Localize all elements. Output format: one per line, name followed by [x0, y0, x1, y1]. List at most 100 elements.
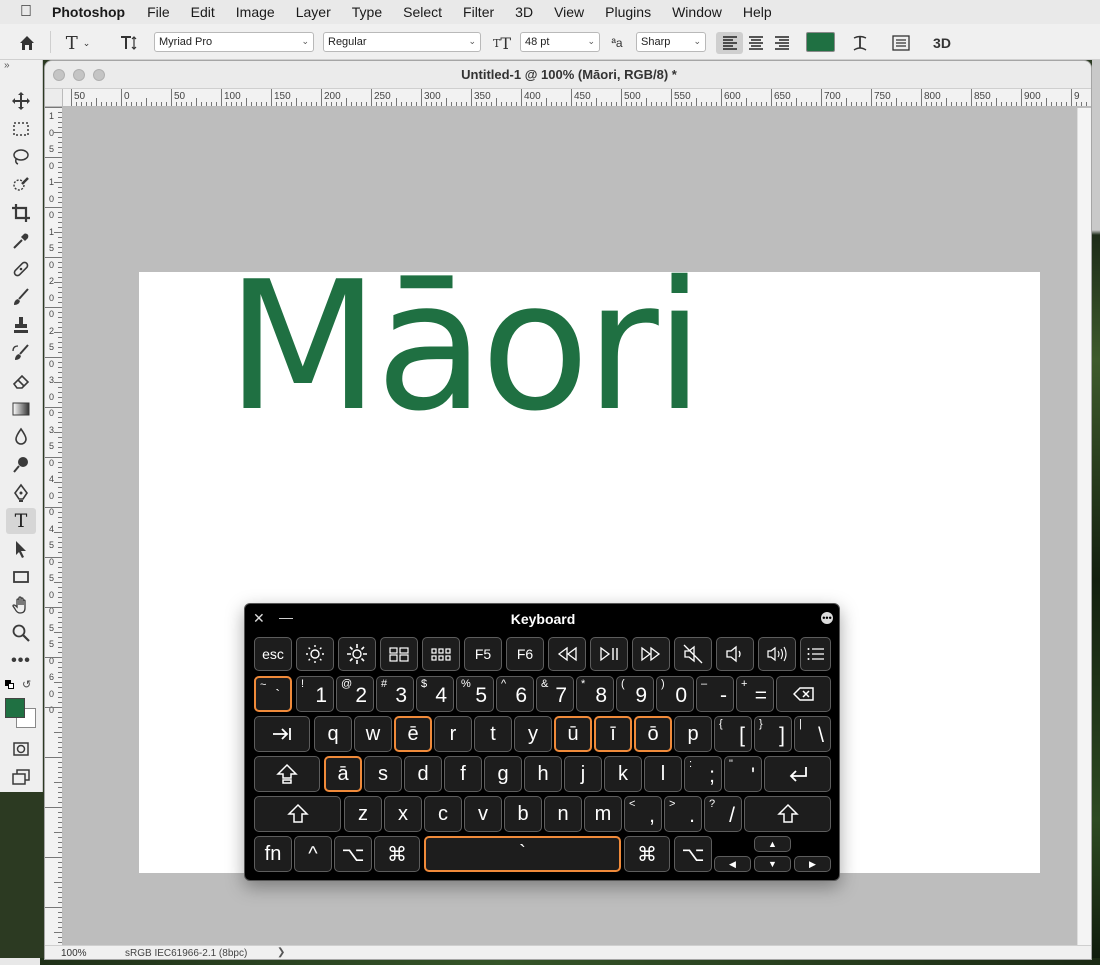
key-control[interactable]: ^ — [294, 836, 332, 872]
quick-select-tool[interactable] — [6, 172, 36, 198]
key-f[interactable]: f — [444, 756, 482, 792]
horizontal-ruler[interactable]: 50 0 50 100 150 200 250 300 350 400 450 500 550 600 65… — [63, 89, 1091, 107]
key-mission-control[interactable] — [380, 637, 418, 671]
key-fast-forward[interactable] — [632, 637, 670, 671]
key-arrow-up[interactable]: ▲ — [754, 836, 791, 852]
vertical-scrollbar[interactable] — [1077, 108, 1091, 945]
key-1[interactable]: ! 1 — [296, 676, 334, 712]
key-right-option[interactable]: ⌥ — [674, 836, 712, 872]
key-mute[interactable] — [674, 637, 712, 671]
key-right-shift[interactable] — [744, 796, 831, 832]
key-6[interactable]: ^ 6 — [496, 676, 534, 712]
font-style-select[interactable]: Regular ⌄ — [323, 32, 481, 52]
key-o-macron[interactable]: ō — [634, 716, 672, 752]
key-minus[interactable]: – - — [696, 676, 734, 712]
align-left-button[interactable] — [716, 32, 743, 54]
key-left-shift[interactable] — [254, 796, 341, 832]
menu-layer[interactable]: Layer — [296, 4, 331, 20]
dodge-tool[interactable] — [6, 452, 36, 478]
key-arrow-down[interactable]: ▼ — [754, 856, 791, 872]
key-right-bracket[interactable]: }] — [754, 716, 792, 752]
key-y[interactable]: y — [514, 716, 552, 752]
key-7[interactable]: & 7 — [536, 676, 574, 712]
options-icon[interactable]: ••• — [821, 612, 833, 624]
zoom-level[interactable]: 100% — [61, 948, 87, 959]
key-j[interactable]: j — [564, 756, 602, 792]
key-v[interactable]: v — [464, 796, 502, 832]
brush-tool[interactable] — [6, 284, 36, 310]
key-list[interactable] — [800, 637, 831, 671]
key-4[interactable]: $4 — [416, 676, 454, 712]
menu-view[interactable]: View — [554, 4, 584, 20]
key-z[interactable]: z — [344, 796, 382, 832]
eraser-tool[interactable] — [6, 368, 36, 394]
eyedropper-tool[interactable] — [6, 228, 36, 254]
key-2[interactable]: @2 — [336, 676, 374, 712]
marquee-tool[interactable] — [6, 116, 36, 142]
key-8[interactable]: * 8 — [576, 676, 614, 712]
move-tool[interactable] — [6, 88, 36, 114]
menu-window[interactable]: Window — [672, 4, 722, 20]
menu-select[interactable]: Select — [403, 4, 442, 20]
status-menu-arrow-icon[interactable]: ❯ — [277, 947, 285, 958]
key-delete[interactable] — [776, 676, 831, 712]
swap-colors-icon[interactable]: ↺ — [22, 678, 31, 691]
key-brightness-up[interactable] — [338, 637, 376, 671]
gradient-tool[interactable] — [6, 396, 36, 422]
quick-mask-button[interactable] — [6, 736, 36, 762]
menu-plugins[interactable]: Plugins — [605, 4, 651, 20]
key-volume-down[interactable] — [716, 637, 754, 671]
app-menu[interactable]: Photoshop — [52, 4, 125, 20]
key-semicolon[interactable]: :; — [684, 756, 722, 792]
vertical-ruler[interactable]: 1050100150200250300350400450500550600 — [45, 107, 63, 945]
key-r[interactable]: r — [434, 716, 472, 752]
key-u-macron[interactable]: ū — [554, 716, 592, 752]
text-orientation-toggle[interactable] — [114, 32, 140, 54]
key-g[interactable]: g — [484, 756, 522, 792]
key-s[interactable]: s — [364, 756, 402, 792]
menu-image[interactable]: Image — [236, 4, 275, 20]
key-command[interactable]: ⌘ — [374, 836, 420, 872]
key-return[interactable] — [764, 756, 831, 792]
menu-type[interactable]: Type — [352, 4, 382, 20]
lasso-tool[interactable] — [6, 144, 36, 170]
key-q[interactable]: q — [314, 716, 352, 752]
path-selection-tool[interactable] — [6, 536, 36, 562]
key-launchpad[interactable] — [422, 637, 460, 671]
key-left-bracket[interactable]: {[ — [714, 716, 752, 752]
antialias-select[interactable]: Sharp ⌄ — [636, 32, 706, 52]
default-colors-icon[interactable] — [5, 680, 15, 690]
character-panel-button[interactable] — [889, 32, 913, 54]
rectangle-tool[interactable] — [6, 564, 36, 590]
key-w[interactable]: w — [354, 716, 392, 752]
key-p[interactable]: p — [674, 716, 712, 752]
key-arrow-left[interactable]: ◀ — [714, 856, 751, 872]
key-f5[interactable]: F5 — [464, 637, 502, 671]
key-x[interactable]: x — [384, 796, 422, 832]
menu-filter[interactable]: Filter — [463, 4, 494, 20]
key-f6[interactable]: F6 — [506, 637, 544, 671]
apple-menu-icon[interactable]:  — [0, 3, 52, 21]
key-l[interactable]: l — [644, 756, 682, 792]
key-k[interactable]: k — [604, 756, 642, 792]
key-option[interactable]: ⌥ — [334, 836, 372, 872]
warp-text-button[interactable] — [848, 32, 872, 54]
key-quote[interactable]: " ' — [724, 756, 762, 792]
key-grave[interactable]: ~ ` — [254, 676, 292, 712]
collapse-panel-icon[interactable]: » — [4, 60, 10, 71]
tool-preset-picker[interactable]: T ⌄ — [60, 32, 96, 54]
text-color-swatch[interactable] — [806, 32, 835, 52]
clone-stamp-tool[interactable] — [6, 312, 36, 338]
healing-brush-tool[interactable] — [6, 256, 36, 282]
key-t[interactable]: t — [474, 716, 512, 752]
pen-tool[interactable] — [6, 480, 36, 506]
align-right-button[interactable] — [769, 32, 795, 54]
key-n[interactable]: n — [544, 796, 582, 832]
key-space[interactable]: ` — [424, 836, 621, 872]
home-icon[interactable] — [14, 32, 40, 54]
font-family-select[interactable]: Myriad Pro ⌄ — [154, 32, 314, 52]
zoom-tool[interactable] — [6, 620, 36, 646]
menu-file[interactable]: File — [147, 4, 170, 20]
key-h[interactable]: h — [524, 756, 562, 792]
document-title-bar[interactable]: Untitled-1 @ 100% (Māori, RGB/8) * — [45, 61, 1091, 89]
